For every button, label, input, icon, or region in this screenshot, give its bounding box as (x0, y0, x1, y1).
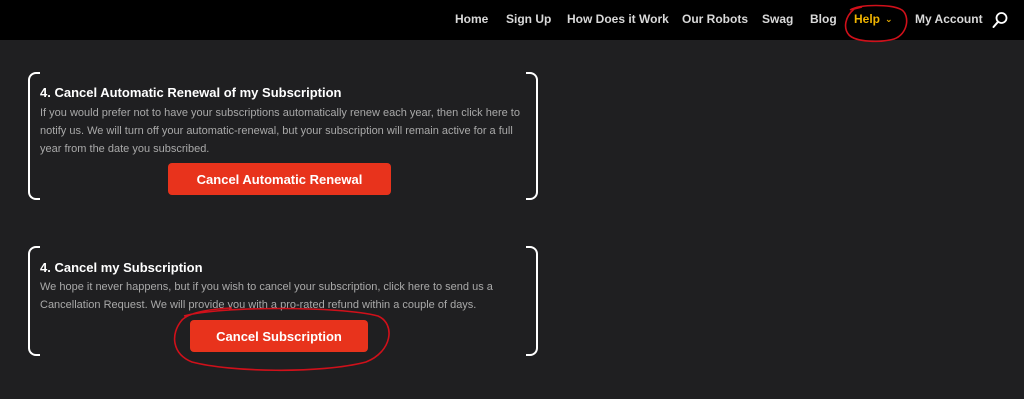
cancel-renewal-description: If you would prefer not to have your sub… (40, 107, 520, 155)
nav-blog-link[interactable]: Blog (810, 12, 837, 26)
card-right-bracket (526, 72, 538, 200)
chevron-down-icon: ⌄ (885, 14, 893, 24)
search-icon[interactable] (992, 11, 1008, 29)
cancel-subscription-card: 4. Cancel my Subscription We hope it nev… (28, 246, 538, 356)
cancel-automatic-renewal-button[interactable]: Cancel Automatic Renewal (168, 163, 391, 195)
cancel-subscription-button[interactable]: Cancel Subscription (190, 320, 368, 352)
cancel-subscription-title: 4. Cancel my Subscription (40, 260, 203, 275)
nav-home-link[interactable]: Home (455, 12, 488, 26)
cancel-renewal-title: 4. Cancel Automatic Renewal of my Subscr… (40, 85, 342, 100)
nav-swag-link[interactable]: Swag (762, 12, 793, 26)
nav-help-menu[interactable]: Help ⌄ (854, 12, 893, 26)
card-right-bracket (526, 246, 538, 356)
cancel-subscription-description: We hope it never happens, but if you wis… (40, 281, 493, 311)
nav-my-account-link[interactable]: My Account (915, 12, 983, 26)
card-left-bracket (28, 246, 40, 356)
nav-sign-up-link[interactable]: Sign Up (506, 12, 551, 26)
nav-our-robots-link[interactable]: Our Robots (682, 12, 748, 26)
cancel-renewal-card: 4. Cancel Automatic Renewal of my Subscr… (28, 72, 538, 200)
card-left-bracket (28, 72, 40, 200)
nav-help-label: Help (854, 12, 881, 26)
top-navigation-bar: Home Sign Up How Does it Work Our Robots… (0, 0, 1024, 40)
nav-how-does-it-work-link[interactable]: How Does it Work (567, 12, 669, 26)
